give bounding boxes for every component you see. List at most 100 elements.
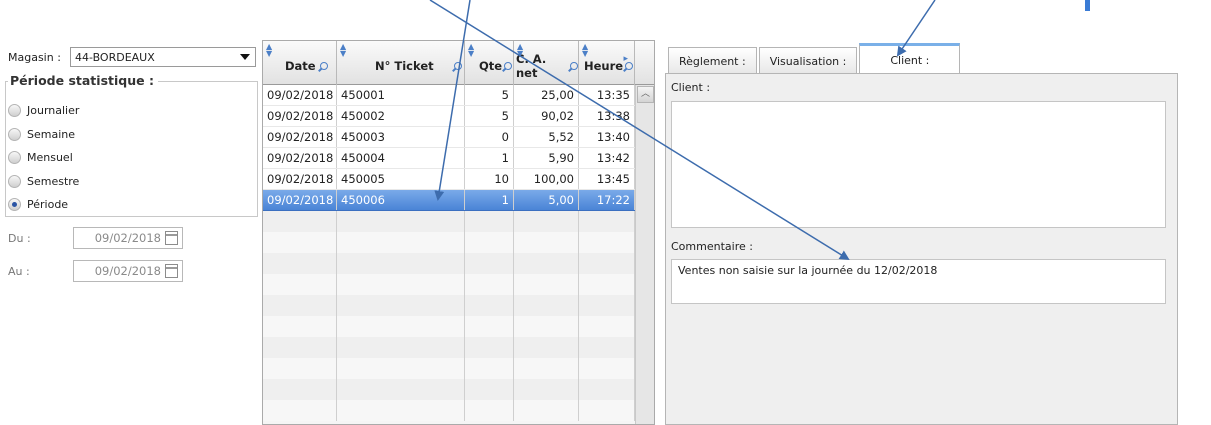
table-cell [514,316,579,337]
table-cell [465,379,514,400]
table-cell [465,295,514,316]
du-date-field[interactable]: 09/02/2018 [73,227,183,249]
chevron-right-icon[interactable]: ▸ [623,54,628,64]
radio-journalier[interactable]: Journalier [8,99,79,123]
table-cell [514,295,579,316]
table-cell [337,400,465,421]
table-row[interactable]: 09/02/2018 450006 1 5,00 17:22 [263,190,654,211]
table-cell: 13:38 [579,106,635,126]
table-cell: 13:40 [579,127,635,147]
table-cell: 09/02/2018 [263,85,337,105]
table-cell: 25,00 [514,85,579,105]
radio-mensuel[interactable]: Mensuel [8,146,79,170]
table-cell [514,274,579,295]
col-header-heure[interactable]: ▲ ▼ Heure ▸ [579,41,635,85]
empty-row [263,232,654,253]
commentaire-textbox[interactable]: Ventes non saisie sur la journée du 12/0… [671,259,1166,304]
radio-button-icon[interactable] [8,174,21,188]
search-icon[interactable] [570,62,578,70]
table-cell [579,337,635,358]
radio-label: Semestre [27,174,80,188]
table-cell [337,274,465,295]
au-label: Au : [8,264,30,278]
magasin-select[interactable]: 44-BORDEAUX [70,47,256,67]
table-row[interactable]: 09/02/2018 450004 1 5,90 13:42 [263,148,654,169]
scroll-up-icon[interactable]: ︿ [637,86,654,103]
client-textbox[interactable] [671,101,1166,228]
grid-body: 09/02/2018 450001 5 25,00 13:35 09/02/2018 450… [263,85,654,421]
table-cell [514,358,579,379]
table-row[interactable]: 09/02/2018 450002 5 90,02 13:38 [263,106,654,127]
periode-radio-list: Journalier Semaine Mensuel Semestre Période [8,99,79,217]
table-cell [579,211,635,232]
radio-button-icon[interactable] [8,198,21,212]
magasin-label: Magasin : [8,50,61,64]
radio-semestre[interactable]: Semestre [8,170,79,194]
table-cell: 13:35 [579,85,635,105]
table-cell [465,400,514,421]
table-cell: 1 [465,190,514,210]
tab-bar: Règlement : Visualisation : Client : [668,43,962,75]
client-label: Client : [671,81,711,94]
empty-row [263,358,654,379]
chevron-down-icon[interactable] [240,54,250,60]
table-cell: 5 [465,85,514,105]
col-header-date[interactable]: ▲ ▼ Date [263,41,337,85]
radio-button-icon[interactable] [8,127,21,141]
radio-button-icon[interactable] [8,151,21,165]
table-row[interactable]: 09/02/2018 450003 0 5,52 13:40 [263,127,654,148]
table-cell [579,316,635,337]
search-icon[interactable] [319,62,328,70]
table-row[interactable]: 09/02/2018 450001 5 25,00 13:35 [263,85,654,106]
table-cell [465,274,514,295]
table-cell [263,316,337,337]
tab-reglement[interactable]: Règlement : [668,47,757,75]
radio-label: Mensuel [27,151,73,165]
magasin-value: 44-BORDEAUX [75,50,155,64]
table-cell [337,358,465,379]
col-header-label: C. A. net [516,52,547,80]
table-cell [337,337,465,358]
col-header-qte[interactable]: ▲ ▼ Qte [465,41,514,85]
table-cell [337,379,465,400]
col-header-label: Qte [479,59,503,73]
table-cell [465,316,514,337]
empty-row [263,274,654,295]
table-cell [465,358,514,379]
table-cell [263,253,337,274]
table-cell [263,400,337,421]
table-cell: 13:45 [579,169,635,189]
table-cell: 10 [465,169,514,189]
grid-scrollbar[interactable]: ︿ [635,85,654,424]
calendar-icon[interactable] [165,264,178,278]
calendar-icon[interactable] [165,231,178,245]
table-cell [263,211,337,232]
empty-row [263,295,654,316]
radio-semaine[interactable]: Semaine [8,123,79,147]
col-header-ca-net[interactable]: ▲ ▼ C. A. net [514,41,579,85]
right-panel: Règlement : Visualisation : Client : Clien… [665,40,1211,425]
col-header-label: N° Ticket [375,59,434,73]
grid-header: ▲ ▼ Date ▲ ▼ N° Ticket ▲ ▼ Qte ▲ ▼ C. A. net… [263,41,654,85]
table-cell: 90,02 [514,106,579,126]
table-cell [337,211,465,232]
table-row[interactable]: 09/02/2018 450005 10 100,00 13:45 [263,169,654,190]
empty-row [263,253,654,274]
table-cell [514,379,579,400]
du-date-value: 09/02/2018 [94,231,161,245]
table-cell [579,358,635,379]
au-date-field[interactable]: 09/02/2018 [73,260,183,282]
table-cell: 09/02/2018 [263,190,337,210]
search-icon[interactable] [504,62,513,70]
radio-période[interactable]: Période [8,193,79,217]
table-cell: 450006 [337,190,465,210]
table-cell: 5,52 [514,127,579,147]
table-cell [514,337,579,358]
tab-client[interactable]: Client : [859,43,961,75]
search-icon[interactable] [453,62,462,70]
radio-button-icon[interactable] [8,104,21,118]
col-header-label: Date [285,59,316,73]
sort-icon: ▲ ▼ [582,42,589,58]
col-header-ticket[interactable]: ▲ ▼ N° Ticket [337,41,465,85]
tab-visualisation[interactable]: Visualisation : [758,47,858,75]
